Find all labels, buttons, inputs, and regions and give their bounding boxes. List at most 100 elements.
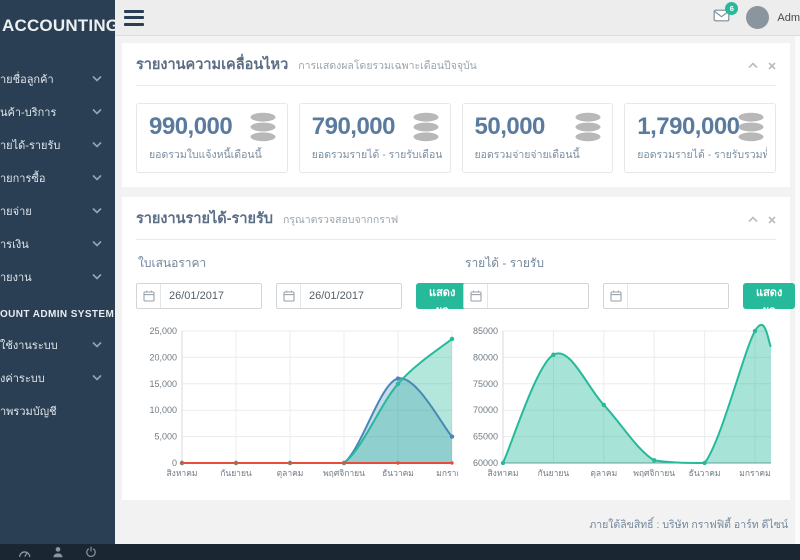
- chevron-down-icon: [92, 240, 102, 247]
- movement-report-panel: รายงานความเคลื่อนไหว การแสดงผลโดยรวมเฉพา…: [122, 43, 790, 187]
- sidebar-item-label: าพรวมบัญชี: [0, 402, 115, 420]
- svg-text:ธันวาคม: ธันวาคม: [382, 468, 414, 478]
- sidebar-item-label: ายได้-รายรับ: [0, 136, 92, 154]
- sidebar-item-customers[interactable]: ายชื่อลูกค้า: [0, 62, 115, 95]
- stat-label: ยอดรวมรายได้ - รายรับเดือนนี้: [312, 146, 442, 163]
- stat-label: ยอดรวมรายได้ - รายรับรวมทั้งหมด: [637, 146, 767, 163]
- sidebar-item-reports[interactable]: ายงาน: [0, 260, 115, 293]
- stat-card-expense-month: 50,000 ยอดรวมจ่ายจ่ายเดือนนี้: [462, 103, 614, 173]
- stat-card-income-total: 1,790,000 ยอดรวมรายได้ - รายรับรวมทั้งหม…: [624, 103, 776, 173]
- quotation-chart-section: ใบเสนอราคา: [136, 244, 449, 486]
- power-icon[interactable]: [85, 546, 97, 558]
- income-area-chart: 600006500070000750008000085000สิงหาคมกัน…: [463, 323, 776, 486]
- unread-count-badge: 6: [725, 2, 738, 15]
- stat-value: 1,790,000: [637, 113, 739, 141]
- dashboard-icon[interactable]: [18, 547, 31, 558]
- date-to-field[interactable]: [628, 290, 728, 302]
- date-from-field[interactable]: [161, 290, 261, 302]
- scrollbar[interactable]: [795, 36, 800, 544]
- sidebar-item-system-settings[interactable]: งค่าระบบ: [0, 361, 115, 394]
- svg-text:70000: 70000: [473, 405, 498, 415]
- sidebar-item-income[interactable]: ายได้-รายรับ: [0, 128, 115, 161]
- top-navbar: 6 Adm: [115, 0, 800, 36]
- stat-label: ยอดรวมจ่ายจ่ายเดือนนี้: [475, 146, 605, 163]
- section-heading: รายได้ - รายรับ: [465, 254, 776, 273]
- svg-text:60000: 60000: [473, 458, 498, 468]
- svg-text:10,000: 10,000: [149, 405, 177, 415]
- date-to-field[interactable]: [301, 290, 401, 302]
- copyright-text: ภายใต้ลิขสิทธิ์ : บริษัท กราฟฟิตี้ อาร์ท…: [122, 510, 790, 533]
- sidebar-item-system-users[interactable]: ใช้งานระบบ: [0, 328, 115, 361]
- sidebar-item-label: นค้า-บริการ: [0, 103, 92, 121]
- avatar[interactable]: [746, 6, 769, 29]
- chevron-down-icon: [92, 341, 102, 348]
- svg-text:ตุลาคม: ตุลาคม: [277, 468, 304, 479]
- panel-title: รายงานรายได้-รายรับ: [136, 207, 273, 230]
- svg-text:15,000: 15,000: [149, 379, 177, 389]
- close-icon[interactable]: [768, 216, 776, 224]
- sidebar-admin-menu: ใช้งานระบบ งค่าระบบ าพรวมบัญชี: [0, 328, 115, 427]
- chevron-down-icon: [92, 75, 102, 82]
- collapse-icon[interactable]: [748, 216, 758, 223]
- sidebar-item-label: ายชื่อลูกค้า: [0, 70, 92, 88]
- svg-text:สิงหาคม: สิงหาคม: [487, 468, 518, 478]
- date-from-input-right[interactable]: [463, 283, 589, 309]
- svg-text:75000: 75000: [473, 379, 498, 389]
- sidebar-item-expenses[interactable]: ายจ่าย: [0, 194, 115, 227]
- date-from-field[interactable]: [488, 290, 588, 302]
- database-icon: [735, 112, 767, 142]
- main-content: รายงานความเคลื่อนไหว การแสดงผลโดยรวมเฉพา…: [115, 37, 800, 544]
- panel-subtitle: การแสดงผลโดยรวมเฉพาะเดือนปีจจุบัน: [298, 57, 477, 74]
- database-icon: [572, 112, 604, 142]
- calendar-icon: [277, 284, 301, 308]
- svg-text:พฤศจิกายน: พฤศจิกายน: [633, 468, 675, 478]
- sidebar-item-label: ายการซื้อ: [0, 169, 92, 187]
- messages-button[interactable]: 6: [713, 9, 730, 27]
- section-heading: ใบเสนอราคา: [138, 254, 449, 273]
- svg-text:ธันวาคม: ธันวาคม: [689, 468, 721, 478]
- user-menu[interactable]: Adm: [777, 12, 800, 24]
- sidebar-item-products[interactable]: นค้า-บริการ: [0, 95, 115, 128]
- svg-text:มกราคม: มกราคม: [436, 468, 458, 478]
- income-report-panel: รายงานรายได้-รายรับ กรุณาตรวจสอบจากกราฟ …: [122, 197, 790, 500]
- income-chart-section: รายได้ - รายรับ: [463, 244, 776, 486]
- app-title: ACCOUNTING: [0, 0, 115, 36]
- svg-text:มกราคม: มกราคม: [739, 468, 770, 478]
- show-results-button[interactable]: แสดงผล: [743, 283, 795, 309]
- sidebar-item-account-overview[interactable]: าพรวมบัญชี: [0, 394, 115, 427]
- chevron-down-icon: [92, 174, 102, 181]
- panel-title: รายงานความเคลื่อนไหว: [136, 53, 288, 76]
- svg-text:20,000: 20,000: [149, 352, 177, 362]
- sidebar-item-purchases[interactable]: ายการซื้อ: [0, 161, 115, 194]
- stat-card-invoices: 990,000 ยอดรวมใบแจ้งหนี้เดือนนี้: [136, 103, 288, 173]
- calendar-icon: [137, 284, 161, 308]
- stat-value: 50,000: [475, 113, 545, 141]
- date-from-input-left[interactable]: [136, 283, 262, 309]
- svg-text:สิงหาคม: สิงหาคม: [166, 468, 197, 478]
- calendar-icon: [464, 284, 488, 308]
- sidebar-menu: ายชื่อลูกค้า นค้า-บริการ ายได้-รายรับ าย…: [0, 62, 115, 293]
- app-window: ACCOUNTING ายชื่อลูกค้า นค้า-บริการ ายได…: [0, 0, 800, 560]
- svg-text:65000: 65000: [473, 432, 498, 442]
- sidebar-item-finance[interactable]: ารเงิน: [0, 227, 115, 260]
- stat-cards: 990,000 ยอดรวมใบแจ้งหนี้เดือนนี้ 790,000…: [136, 103, 776, 173]
- sidebar-item-label: ายงาน: [0, 268, 92, 286]
- date-to-input-right[interactable]: [603, 283, 729, 309]
- collapse-icon[interactable]: [748, 62, 758, 69]
- svg-text:80000: 80000: [473, 352, 498, 362]
- svg-text:กันยายน: กันยายน: [220, 468, 252, 478]
- svg-text:ตุลาคม: ตุลาคม: [590, 468, 617, 479]
- menu-toggle-icon[interactable]: [124, 10, 146, 26]
- database-icon: [247, 112, 279, 142]
- close-icon[interactable]: [768, 62, 776, 70]
- svg-text:0: 0: [172, 458, 177, 468]
- sidebar-item-label: ใช้งานระบบ: [0, 336, 92, 354]
- date-to-input-left[interactable]: [276, 283, 402, 309]
- show-results-button[interactable]: แสดงผล: [416, 283, 468, 309]
- sidebar-section-header: OUNT ADMIN SYSTEM: [0, 309, 115, 320]
- svg-text:5,000: 5,000: [154, 432, 177, 442]
- chevron-down-icon: [92, 273, 102, 280]
- user-icon[interactable]: [52, 546, 64, 558]
- calendar-icon: [604, 284, 628, 308]
- stat-value: 790,000: [312, 113, 395, 141]
